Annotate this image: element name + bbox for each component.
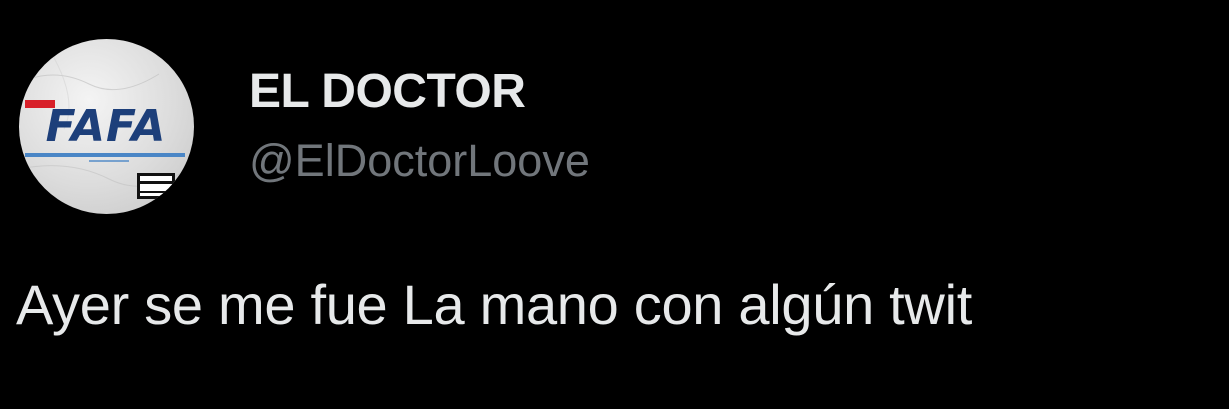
svg-text:FAFA: FAFA <box>46 101 167 152</box>
author-display-name[interactable]: EL DOCTOR <box>249 64 526 120</box>
tweet-text: Ayer se me fue La mano con algún twit <box>16 273 972 336</box>
tweet-card: FAFA EL DOCTOR @ElDoctorLoove Ayer se me… <box>0 0 1229 409</box>
author-avatar[interactable]: FAFA <box>19 39 194 214</box>
author-handle[interactable]: @ElDoctorLoove <box>249 133 590 189</box>
avatar-image: FAFA <box>19 48 194 199</box>
